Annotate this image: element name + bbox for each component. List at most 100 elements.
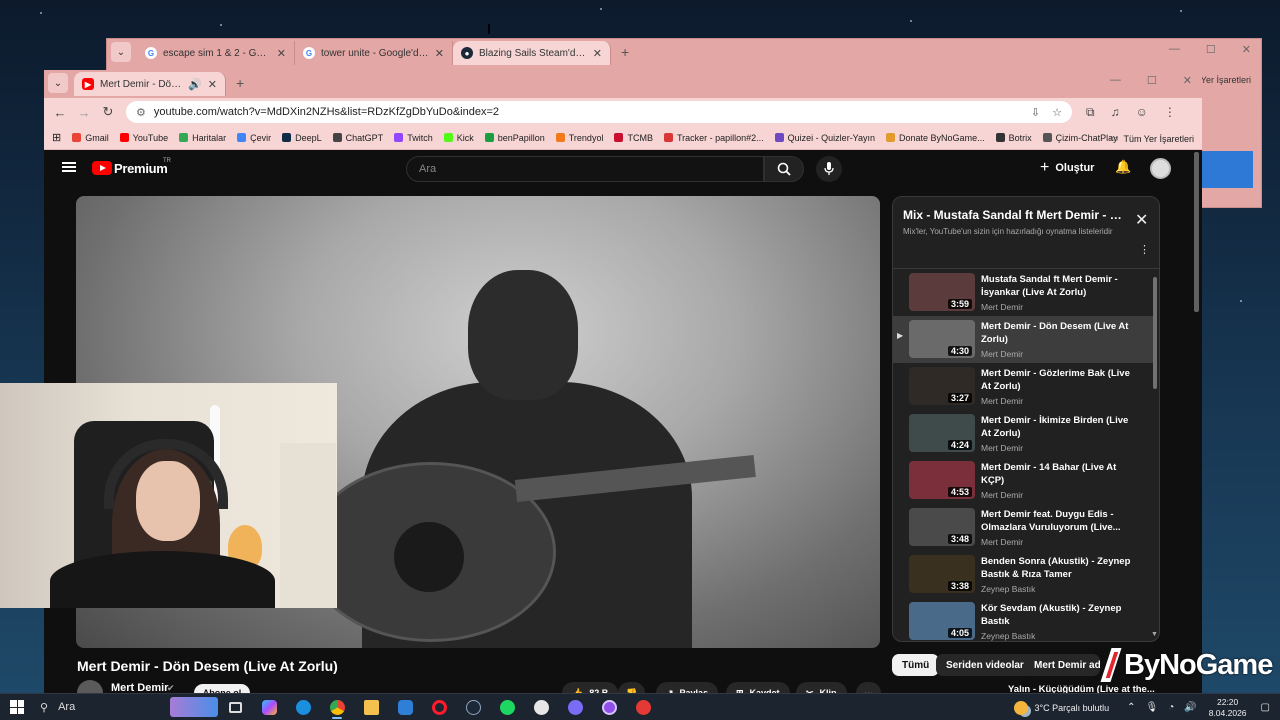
- profile-icon[interactable]: ☺: [1136, 105, 1148, 120]
- install-app-icon[interactable]: ⇩: [1031, 106, 1040, 119]
- search-input[interactable]: [419, 163, 763, 175]
- site-info-icon[interactable]: ⚙: [136, 106, 146, 119]
- windows-start-icon[interactable]: [10, 700, 24, 714]
- playlist-close-icon[interactable]: ✕: [1135, 210, 1148, 230]
- minimize-icon[interactable]: —: [1169, 43, 1180, 56]
- playlist-item[interactable]: 4:05 Kör Sevdam (Akustik) - Zeynep Bastık…: [893, 598, 1153, 641]
- playlist-item[interactable]: 3:59 Mustafa Sandal ft Mert Demir - İsyan…: [893, 269, 1153, 316]
- opera-icon[interactable]: [422, 695, 456, 719]
- page-scrollbar[interactable]: [1194, 152, 1199, 312]
- tab-close-icon[interactable]: ✕: [208, 78, 217, 91]
- chrome-icon[interactable]: [320, 695, 354, 719]
- chip-series[interactable]: Seriden videolar: [936, 654, 1034, 676]
- playlist-thumbnail[interactable]: 3:38: [909, 555, 975, 593]
- back-tab-2[interactable]: G tower unite - Google'da Ara ✕: [295, 41, 453, 65]
- create-button[interactable]: + Oluştur: [1040, 159, 1094, 177]
- playlist-item[interactable]: 4:24 Mert Demir - İkimize Birden (Live At…: [893, 410, 1153, 457]
- tab-search-button[interactable]: ⌄: [111, 42, 131, 62]
- reload-icon[interactable]: ↻: [96, 104, 120, 120]
- wifi-icon[interactable]: ◔: [1168, 702, 1174, 713]
- playlist-item-title[interactable]: Mert Demir - 14 Bahar (Live At KÇP): [981, 461, 1131, 487]
- search-box[interactable]: [406, 156, 764, 182]
- playlist-item[interactable]: 3:27 Mert Demir - Gözlerime Bak (Live At …: [893, 363, 1153, 410]
- address-bar[interactable]: ⚙ youtube.com/watch?v=MdDXin2NZHs&list=R…: [126, 101, 1072, 123]
- extensions-icon[interactable]: ⧉: [1086, 105, 1095, 120]
- file-explorer-icon[interactable]: [354, 695, 388, 719]
- playlist-thumbnail[interactable]: 3:48: [909, 508, 975, 546]
- task-view-icon[interactable]: [218, 695, 252, 719]
- youtube-tab[interactable]: ▶ Mert Demir - Dön Desem (Li 🔊 ✕: [74, 72, 226, 96]
- edge-icon[interactable]: [286, 695, 320, 719]
- playlist-more-icon[interactable]: ⋮: [1139, 243, 1150, 256]
- hamburger-menu-icon[interactable]: [62, 162, 76, 172]
- playlist-item[interactable]: 3:48 Mert Demir feat. Duygu Edis - Olmazl…: [893, 504, 1153, 551]
- steam-icon[interactable]: [456, 695, 490, 719]
- obs-icon[interactable]: [524, 695, 558, 719]
- weather-widget[interactable]: 3°C Parçalı bulutlu: [1014, 700, 1109, 715]
- playlist-item-title[interactable]: Mert Demir - Dön Desem (Live At Zorlu): [981, 320, 1131, 346]
- playlist-item[interactable]: 4:53 Mert Demir - 14 Bahar (Live At KÇP) M…: [893, 457, 1153, 504]
- tab-search-button[interactable]: ⌄: [48, 73, 68, 93]
- bookmark-item[interactable]: YouTube: [119, 133, 168, 143]
- back-tab-1[interactable]: G escape sim 1 & 2 - Google'da A ✕: [137, 41, 295, 65]
- chevron-up-icon[interactable]: ⌃: [1127, 702, 1135, 713]
- mail-icon[interactable]: [388, 695, 422, 719]
- bookmark-item[interactable]: Quizei - Quizler-Yayın: [774, 133, 875, 143]
- playlist-item-title[interactable]: Mustafa Sandal ft Mert Demir - İsyankar …: [981, 273, 1131, 299]
- close-icon[interactable]: ✕: [1183, 74, 1192, 87]
- playlist-thumbnail[interactable]: 4:30: [909, 320, 975, 358]
- playlist-thumbnail[interactable]: 3:27: [909, 367, 975, 405]
- tab-close-icon[interactable]: ✕: [277, 47, 286, 60]
- tab-close-icon[interactable]: ✕: [435, 47, 444, 60]
- bookmark-item[interactable]: Tracker - papillon#2...: [663, 133, 764, 143]
- apps-grid-icon[interactable]: ⊞: [52, 131, 61, 144]
- youtube-logo-icon[interactable]: [92, 161, 112, 175]
- discord-icon[interactable]: [558, 695, 592, 719]
- bookmark-item[interactable]: Twitch: [394, 133, 433, 143]
- tab-close-icon[interactable]: ✕: [593, 47, 602, 60]
- all-bookmarks[interactable]: ▭ Tüm Yer İşaretleri: [1110, 133, 1194, 144]
- recorder-icon[interactable]: [626, 695, 660, 719]
- bookmark-item[interactable]: Çevir: [237, 133, 271, 143]
- bookmark-star-icon[interactable]: ☆: [1052, 106, 1062, 119]
- bookmark-item[interactable]: ChatGPT: [332, 133, 383, 143]
- browser-menu-icon[interactable]: ⋮: [1164, 105, 1176, 120]
- chip-all[interactable]: Tümü: [892, 654, 940, 676]
- notifications-icon[interactable]: ▢: [1261, 702, 1270, 713]
- taskbar-clock[interactable]: 22:20 8.04.2026: [1209, 697, 1247, 719]
- bookmark-item[interactable]: Donate ByNoGame...: [886, 133, 985, 143]
- url-text[interactable]: youtube.com/watch?v=MdDXin2NZHs&list=RDz…: [154, 106, 1031, 118]
- notifications-bell-icon[interactable]: 🔔: [1115, 159, 1131, 175]
- bookmark-item[interactable]: DeepL: [282, 133, 322, 143]
- search-button[interactable]: [764, 156, 804, 182]
- bookmark-item[interactable]: Haritalar: [179, 133, 226, 143]
- bookmark-item[interactable]: benPapillon: [484, 133, 545, 143]
- voice-search-button[interactable]: [816, 156, 842, 182]
- account-avatar[interactable]: [1150, 158, 1171, 179]
- forward-arrow-icon[interactable]: →: [72, 105, 96, 120]
- new-tab-icon[interactable]: +: [236, 75, 244, 91]
- back-arrow-icon[interactable]: ←: [48, 105, 72, 120]
- playlist-title[interactable]: Mix - Mustafa Sandal ft Mert Demir - İsy…: [903, 208, 1125, 222]
- app-circle-icon[interactable]: [592, 695, 626, 719]
- minimize-icon[interactable]: —: [1110, 74, 1121, 87]
- playlist-item-title[interactable]: Benden Sonra (Akustik) - Zeynep Bastık &…: [981, 555, 1131, 581]
- playlist-item-title[interactable]: Mert Demir - İkimize Birden (Live At Zor…: [981, 414, 1131, 440]
- playlist-item-title[interactable]: Mert Demir feat. Duygu Edis - Olmazlara …: [981, 508, 1131, 534]
- youtube-brand[interactable]: Premium: [114, 161, 168, 176]
- playlist-thumbnail[interactable]: 4:24: [909, 414, 975, 452]
- close-icon[interactable]: ✕: [1242, 43, 1251, 56]
- playlist-thumbnail[interactable]: 4:05: [909, 602, 975, 640]
- playlist-thumbnail[interactable]: 3:59: [909, 273, 975, 311]
- playlist-scrollbar[interactable]: [1153, 277, 1157, 389]
- copilot-icon[interactable]: [252, 695, 286, 719]
- taskbar-search[interactable]: ⚲ Ara: [36, 696, 218, 718]
- playlist-item-title[interactable]: Mert Demir - Gözlerime Bak (Live At Zorl…: [981, 367, 1131, 393]
- bookmark-item[interactable]: TCMB: [614, 133, 653, 143]
- back-tab-3[interactable]: ● Blazing Sails Steam'de %70 İnd ✕: [453, 41, 611, 65]
- bookmark-item[interactable]: Kick: [443, 133, 474, 143]
- media-controls-icon[interactable]: ♫: [1111, 105, 1120, 120]
- bookmark-item[interactable]: Çizim-ChatPlay: [1042, 133, 1118, 143]
- speaker-icon[interactable]: 🔊: [188, 78, 202, 91]
- playlist-item[interactable]: 3:38 Benden Sonra (Akustik) - Zeynep Bast…: [893, 551, 1153, 598]
